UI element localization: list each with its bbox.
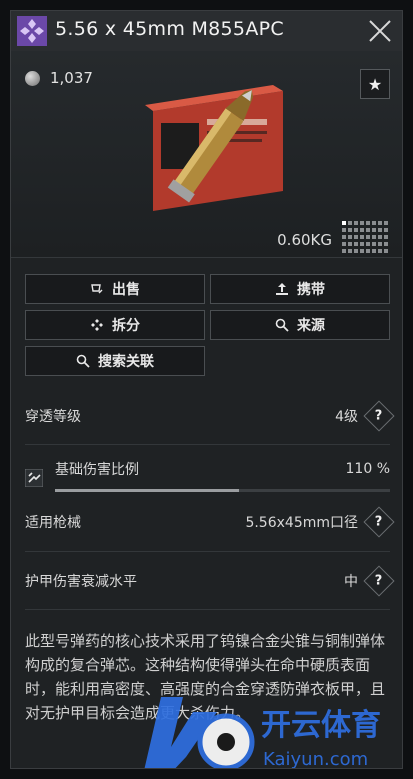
- item-detail-panel: 5.56 x 45mm M855APC 1,037 ★ 0.60KG 出售 携带…: [10, 10, 403, 769]
- star-icon[interactable]: ★: [360, 69, 390, 99]
- item-image-area: 1,037 ★ 0.60KG: [11, 51, 402, 258]
- divider: [25, 444, 390, 445]
- carry-icon: [276, 283, 288, 295]
- disassemble-button[interactable]: 拆分: [25, 310, 205, 340]
- carry-label: 携带: [297, 282, 325, 298]
- help-icon[interactable]: ?: [363, 400, 395, 432]
- price: 1,037: [25, 69, 93, 87]
- sell-label: 出售: [112, 282, 140, 298]
- damage-label: 基础伤害比例: [55, 462, 139, 478]
- svg-text:开云体育: 开云体育: [261, 708, 381, 743]
- title-bar: 5.56 x 45mm M855APC: [11, 11, 402, 52]
- help-icon[interactable]: ?: [363, 565, 395, 597]
- carry-button[interactable]: 携带: [210, 274, 390, 304]
- close-icon[interactable]: [366, 17, 394, 45]
- damage-bar: [55, 489, 390, 492]
- armor-row: 护甲伤害衰减水平 中 ?: [25, 565, 395, 597]
- damage-row: 基础伤害比例 110 %: [55, 455, 390, 483]
- armor-value: 中: [344, 574, 358, 590]
- help-icon[interactable]: ?: [363, 506, 395, 538]
- weapon-row: 适用枪械 5.56x45mm口径 ?: [25, 506, 395, 538]
- weight-grid-icon: [342, 221, 388, 253]
- weapon-label: 适用枪械: [25, 515, 81, 531]
- coin-icon: [25, 70, 40, 86]
- search-icon: [275, 318, 289, 332]
- disassemble-icon: [91, 319, 103, 331]
- watermark-logo: 开云体育 Kaiyun.com: [144, 697, 381, 769]
- disassemble-label: 拆分: [112, 318, 140, 334]
- svg-text:Kaiyun.com: Kaiyun.com: [263, 749, 368, 769]
- damage-bar-fill: [55, 489, 240, 492]
- rarity-diamond-icon: [17, 16, 47, 46]
- ammo-box-image: [145, 85, 283, 211]
- search-related-label: 搜索关联: [98, 354, 154, 370]
- divider: [25, 551, 390, 552]
- item-title: 5.56 x 45mm M855APC: [55, 18, 284, 40]
- source-button[interactable]: 来源: [210, 310, 390, 340]
- search-related-button[interactable]: 搜索关联: [25, 346, 205, 376]
- source-label: 来源: [297, 318, 325, 334]
- penetration-value: 4级: [335, 409, 358, 425]
- item-weight: 0.60KG: [277, 231, 332, 249]
- damage-value: 110 %: [345, 461, 390, 477]
- penetration-label: 穿透等级: [25, 409, 81, 425]
- search-icon: [76, 354, 90, 368]
- divider: [25, 609, 390, 610]
- weapon-value: 5.56x45mm口径: [245, 515, 358, 531]
- armor-label: 护甲伤害衰减水平: [25, 574, 137, 590]
- sell-icon: [91, 284, 103, 294]
- penetration-row: 穿透等级 4级 ?: [25, 400, 395, 432]
- damage-icon: [25, 469, 43, 487]
- sell-button[interactable]: 出售: [25, 274, 205, 304]
- price-value: 1,037: [50, 69, 93, 87]
